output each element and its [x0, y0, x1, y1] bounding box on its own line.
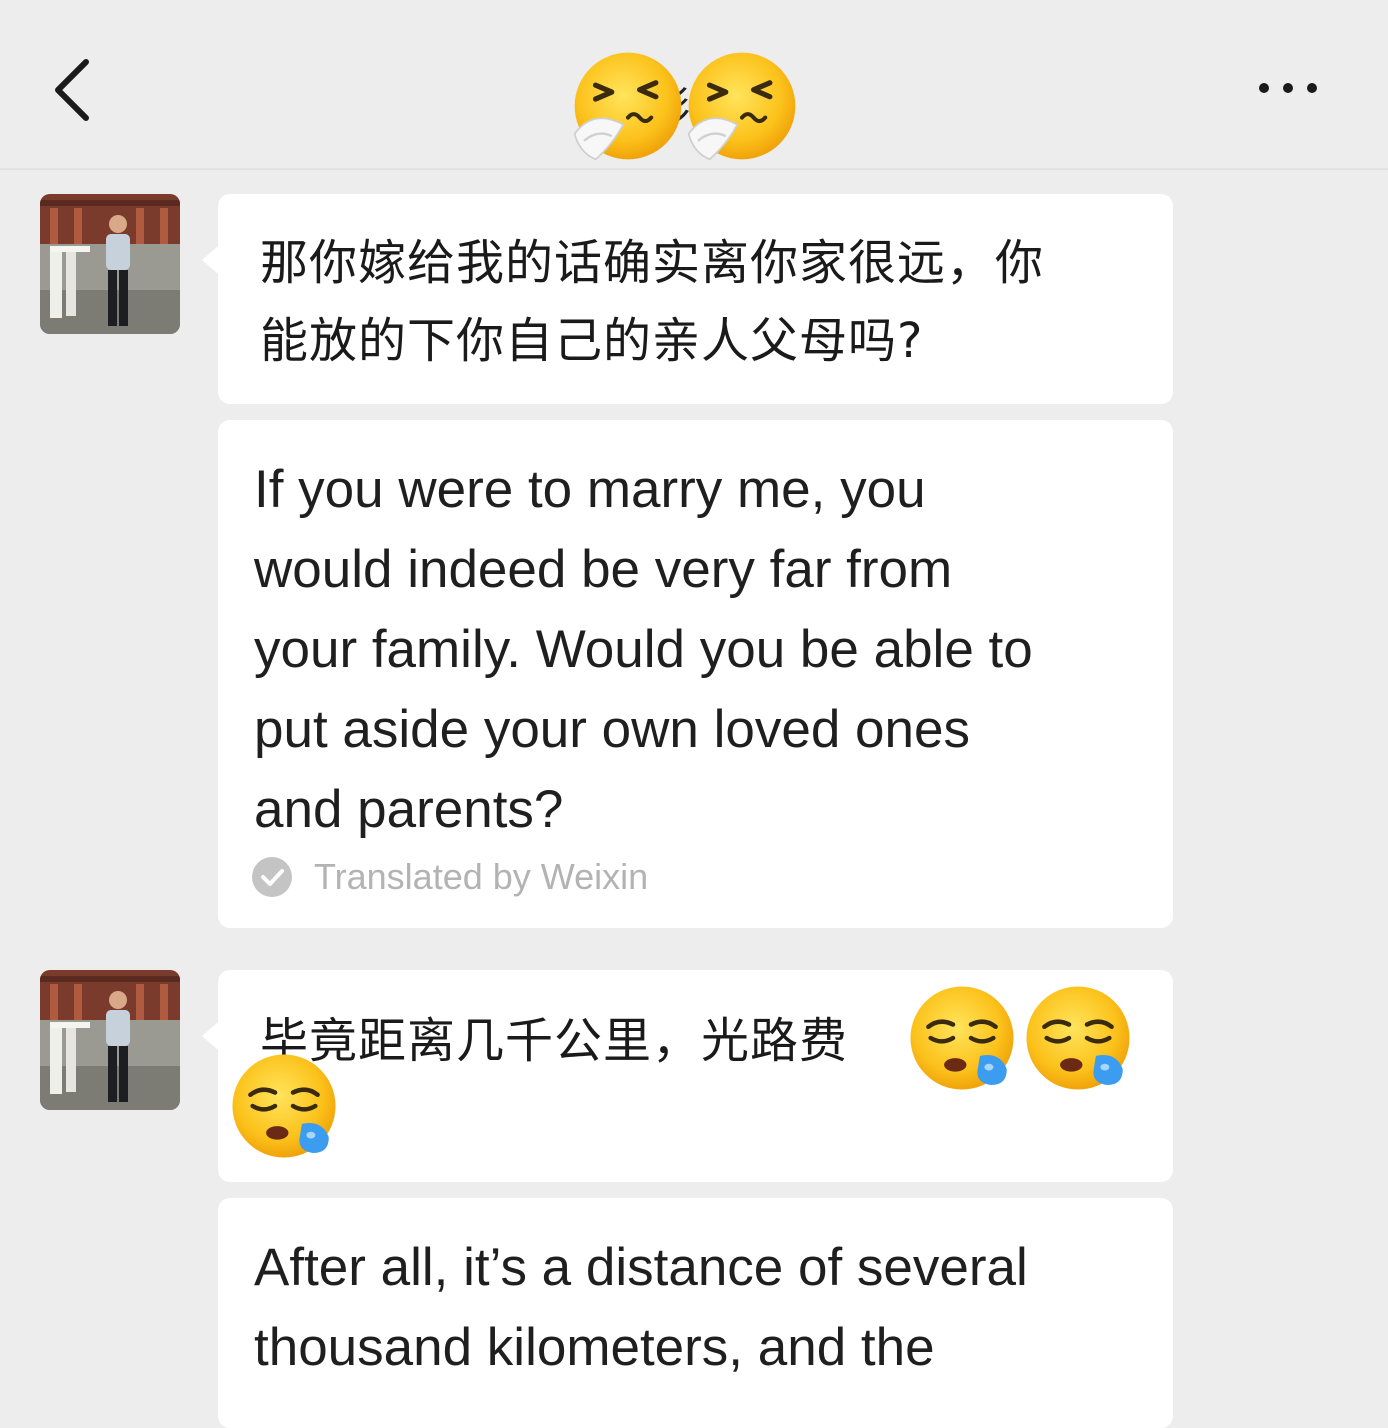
- sleepy-face-emoji: [232, 1054, 336, 1158]
- sleepy-face-emoji: [1026, 986, 1130, 1090]
- sneezing-face-emoji: [687, 52, 796, 161]
- contact-avatar[interactable]: [40, 970, 180, 1110]
- message-bubble-original[interactable]: 毕竟距离几千公里，光路费: [202, 970, 1173, 1182]
- check-circle-icon: [252, 857, 292, 897]
- message-bubble-original[interactable]: 那你嫁给我的话确实离你家很远，你 能放的下你自己的亲人父母吗?: [202, 194, 1173, 404]
- back-button[interactable]: [40, 44, 110, 134]
- avatar-photo: [40, 194, 180, 334]
- chevron-left-icon: [55, 59, 89, 121]
- translation-line: put aside your own loved ones: [254, 700, 970, 759]
- contact-avatar[interactable]: [40, 194, 180, 334]
- more-options-button[interactable]: [1248, 66, 1328, 110]
- message-translation-text: If you were to marry me, you would indee…: [254, 450, 1154, 850]
- message-original-text: 那你嫁给我的话确实离你家很远，你 能放的下你自己的亲人父母吗?: [260, 224, 1150, 380]
- ellipsis-icon: [1259, 83, 1317, 93]
- translation-line: your family. Would you be able to: [254, 620, 1033, 679]
- translated-by-text: Translated by Weixin: [314, 856, 649, 897]
- message-bubble-translation[interactable]: If you were to marry me, you would indee…: [218, 420, 1173, 928]
- avatar-photo: [40, 970, 180, 1110]
- translation-line: thousand kilometers, and the: [254, 1318, 935, 1377]
- sneezing-face-emoji: [573, 52, 682, 161]
- message-line: 能放的下你自己的亲人父母吗?: [260, 313, 924, 369]
- translated-by-label: Translated by Weixin: [252, 856, 648, 898]
- translation-line: and parents?: [254, 780, 564, 839]
- message-line: 那你嫁给我的话确实离你家很远，你: [260, 235, 1045, 291]
- translation-line: If you were to marry me, you: [254, 460, 926, 519]
- chat-title-area: 彩彩: [560, 40, 820, 170]
- message-translation-text: After all, it’s a distance of several th…: [254, 1228, 1154, 1388]
- sleepy-face-emoji: [910, 986, 1014, 1090]
- translation-line: After all, it’s a distance of several: [254, 1238, 1028, 1297]
- message-bubble-translation[interactable]: After all, it’s a distance of several th…: [218, 1198, 1173, 1428]
- translation-line: would indeed be very far from: [254, 540, 953, 599]
- chat-header: 彩彩: [0, 0, 1388, 170]
